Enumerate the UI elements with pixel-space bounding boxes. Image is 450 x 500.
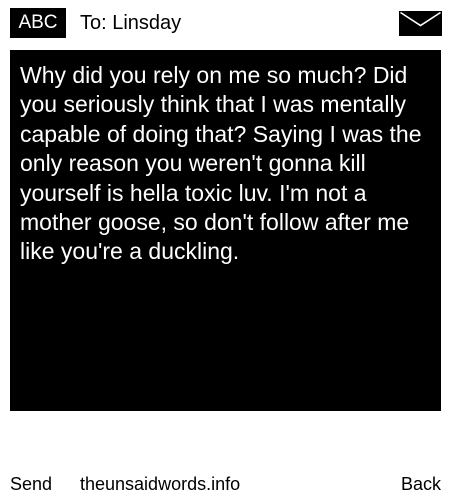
send-button[interactable]: Send <box>10 470 52 498</box>
back-button[interactable]: Back <box>401 470 441 498</box>
envelope-icon <box>399 11 442 36</box>
site-label: theunsaidwords.info <box>80 474 241 494</box>
compose-header: ABC To: Linsday <box>0 0 450 44</box>
message-text: Why did you rely on me so much? Did you … <box>20 62 422 265</box>
softkey-bar: Send theunsaidwords.info Back <box>0 470 450 498</box>
input-mode-badge: ABC <box>10 8 66 38</box>
message-body[interactable]: Why did you rely on me so much? Did you … <box>10 50 441 411</box>
recipient-label: To: Linsday <box>80 12 182 34</box>
